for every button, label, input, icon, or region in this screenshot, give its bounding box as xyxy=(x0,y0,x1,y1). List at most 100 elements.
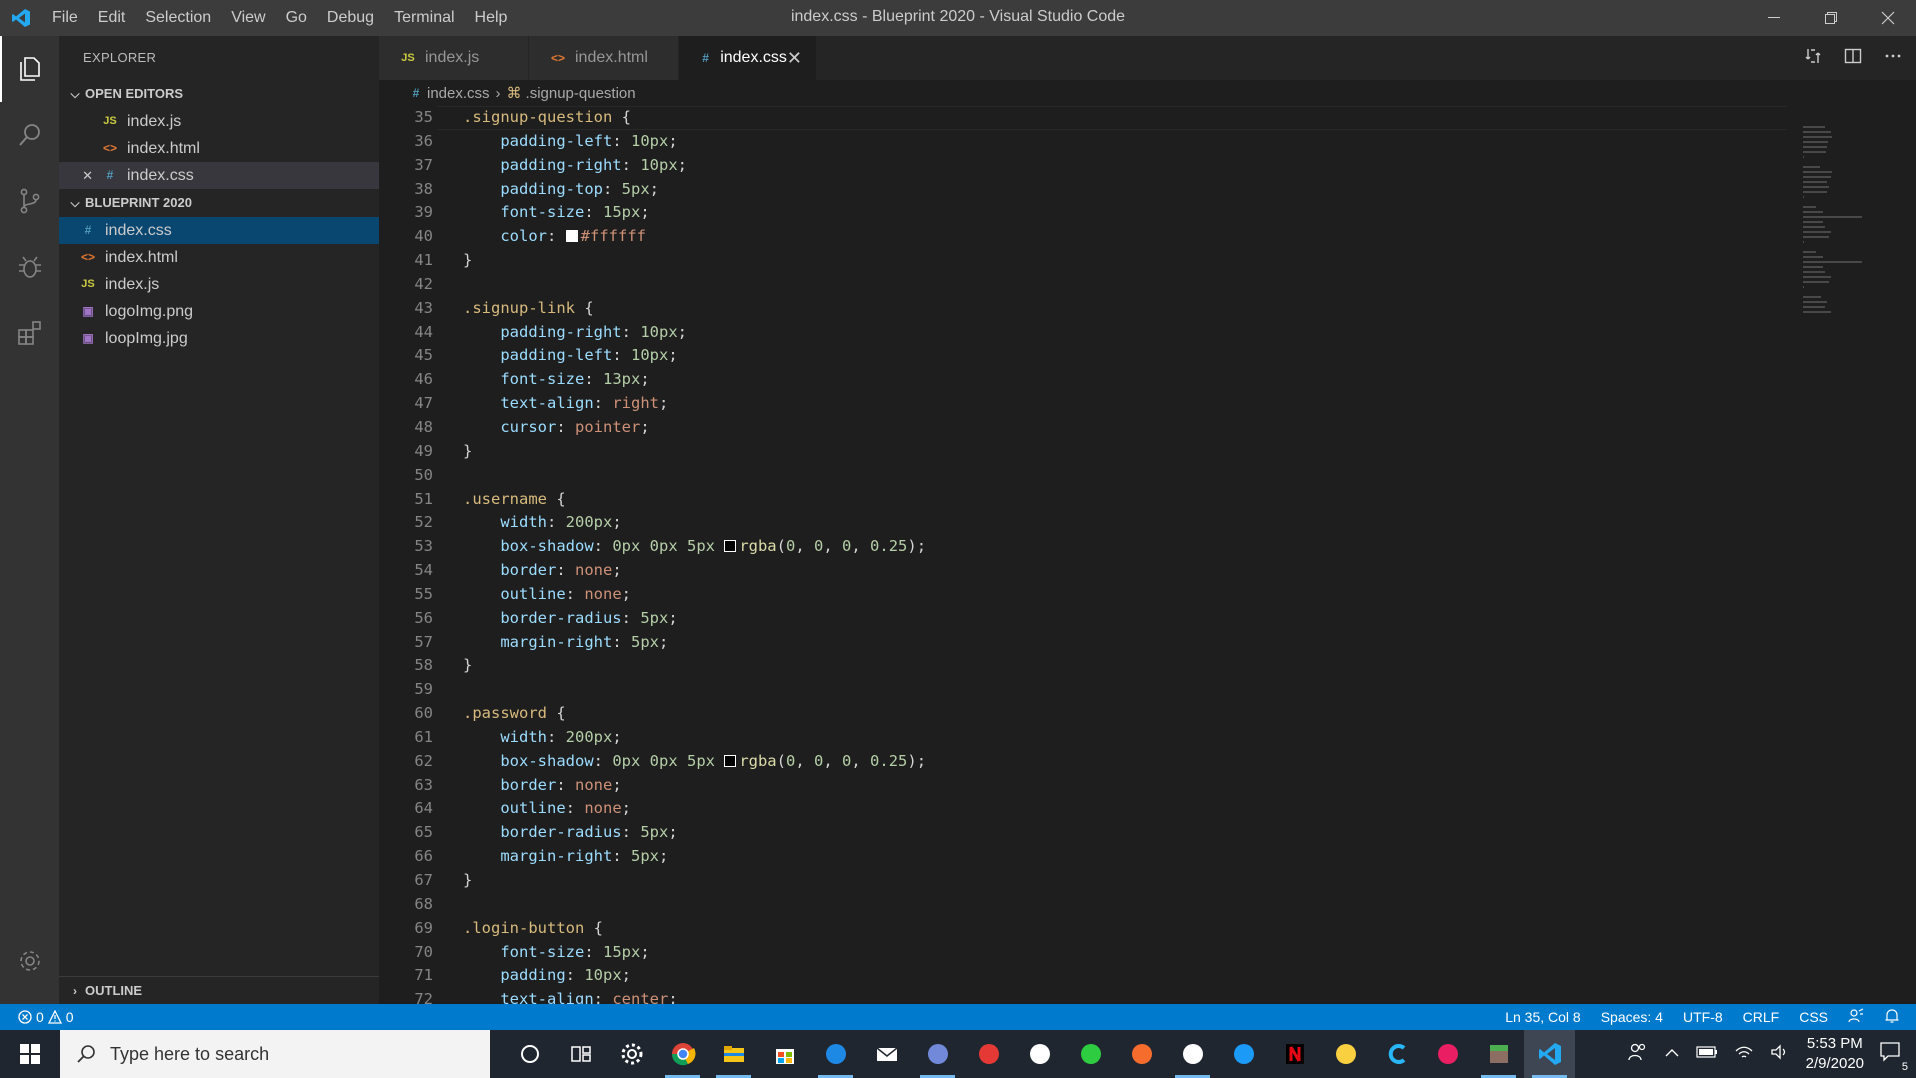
chevron-right-icon: › xyxy=(495,84,501,102)
clock-date: 2/9/2020 xyxy=(1805,1055,1864,1072)
tab-index-css[interactable]: # index.css ✕ xyxy=(679,36,817,80)
outline-header[interactable]: › OUTLINE xyxy=(59,976,379,1004)
code-token: , xyxy=(851,537,871,556)
project-header[interactable]: ⌵ BLUEPRINT 2020 xyxy=(59,189,379,217)
color-swatch[interactable] xyxy=(724,754,737,767)
tab-index-html[interactable]: <> index.html xyxy=(529,36,679,80)
breadcrumb-file[interactable]: index.css xyxy=(427,85,490,102)
line-content: border-radius: 5px; xyxy=(433,821,677,845)
discord-icon[interactable] xyxy=(912,1030,963,1078)
chrome-canary-icon[interactable] xyxy=(963,1030,1014,1078)
language-mode[interactable]: CSS xyxy=(1799,1009,1828,1025)
mail-icon[interactable] xyxy=(861,1030,912,1078)
code-token: cursor xyxy=(500,417,557,436)
battery-icon[interactable] xyxy=(1696,1045,1718,1063)
search-icon[interactable] xyxy=(0,102,59,168)
file-tree-item[interactable]: # index.css xyxy=(59,217,379,244)
code-token: : xyxy=(602,179,622,198)
code-token: ; xyxy=(668,990,678,1004)
menu-debug[interactable]: Debug xyxy=(317,0,384,36)
vscode-icon[interactable] xyxy=(1524,1030,1575,1078)
store-icon[interactable] xyxy=(759,1030,810,1078)
notifications-icon[interactable]: 5 xyxy=(1880,1041,1908,1073)
minecraft-icon[interactable] xyxy=(1473,1030,1524,1078)
clock[interactable]: 5:53 PM 2/9/2020 xyxy=(1806,1034,1864,1074)
color-swatch[interactable] xyxy=(565,230,578,243)
tab-index-js[interactable]: JS index.js xyxy=(379,36,529,80)
code-token: : xyxy=(621,608,641,627)
line-number: 40 xyxy=(414,227,433,246)
menu-selection[interactable]: Selection xyxy=(135,0,221,36)
minimap[interactable] xyxy=(1789,106,1916,1004)
open-editor-item[interactable]: <> index.html xyxy=(59,135,379,162)
indentation[interactable]: Spaces: 4 xyxy=(1601,1009,1663,1025)
restore-button[interactable] xyxy=(1802,0,1859,36)
code-editor[interactable]: 35 .signup-question {36 padding-left: 10p… xyxy=(379,106,1789,1004)
menu-edit[interactable]: Edit xyxy=(88,0,136,36)
explorer-icon[interactable] xyxy=(0,36,59,102)
people-icon[interactable] xyxy=(1627,1042,1648,1067)
vertical-scrollbar[interactable] xyxy=(1902,106,1916,336)
file-tree-item[interactable]: ▣ loopImg.jpg xyxy=(59,325,379,352)
split-editor-icon[interactable] xyxy=(1844,47,1862,70)
wifi-icon[interactable] xyxy=(1734,1044,1754,1065)
extensions-icon[interactable] xyxy=(0,300,59,366)
file-tree-item[interactable]: ▣ logoImg.png xyxy=(59,298,379,325)
close-icon[interactable]: ✕ xyxy=(73,162,99,189)
line-content: box-shadow: 0px 0px 5px rgba(0, 0, 0, 0.… xyxy=(433,750,926,774)
code-line: 60 .password { xyxy=(379,702,1789,726)
cursor-position[interactable]: Ln 35, Col 8 xyxy=(1505,1009,1581,1025)
osu-icon[interactable] xyxy=(1320,1030,1371,1078)
netflix-icon[interactable] xyxy=(1269,1030,1320,1078)
cortana-c-icon[interactable] xyxy=(1371,1030,1422,1078)
more-actions-icon[interactable] xyxy=(1884,47,1902,70)
color-swatch[interactable] xyxy=(724,540,737,553)
menu-help[interactable]: Help xyxy=(465,0,518,36)
steam-icon[interactable] xyxy=(1167,1030,1218,1078)
volume-icon[interactable] xyxy=(1770,1043,1790,1065)
menu-file[interactable]: File xyxy=(42,0,88,36)
file-name: index.html xyxy=(127,140,200,157)
chevron-right-icon: › xyxy=(73,983,77,998)
windows-start-icon[interactable] xyxy=(0,1030,60,1078)
bell-icon[interactable] xyxy=(1884,1008,1900,1027)
taskbar-search[interactable]: Type here to search xyxy=(60,1030,490,1078)
encoding[interactable]: UTF-8 xyxy=(1683,1009,1723,1025)
open-editors-header[interactable]: ⌵ OPEN EDITORS xyxy=(59,80,379,108)
remote-desktop-icon[interactable] xyxy=(810,1030,861,1078)
gear-icon[interactable] xyxy=(0,928,59,994)
minimize-button[interactable] xyxy=(1745,0,1802,36)
menu-view[interactable]: View xyxy=(221,0,275,36)
chrome-icon[interactable] xyxy=(657,1030,708,1078)
minimap-line xyxy=(1803,261,1862,263)
cloud-app-icon[interactable] xyxy=(1065,1030,1116,1078)
open-editor-item[interactable]: JS index.js xyxy=(59,108,379,135)
microphone-icon[interactable] xyxy=(1014,1030,1065,1078)
open-editor-item[interactable]: ✕ # index.css xyxy=(59,162,379,189)
breadcrumb-symbol[interactable]: .signup-question xyxy=(526,85,636,102)
menu-terminal[interactable]: Terminal xyxy=(384,0,464,36)
settings-icon[interactable] xyxy=(606,1030,657,1078)
file-explorer-icon[interactable] xyxy=(708,1030,759,1078)
menu-go[interactable]: Go xyxy=(276,0,317,36)
file-tree-item[interactable]: JS index.js xyxy=(59,271,379,298)
debug-icon[interactable] xyxy=(0,234,59,300)
flux-icon[interactable] xyxy=(1422,1030,1473,1078)
compare-changes-icon[interactable] xyxy=(1804,47,1822,70)
line-endings[interactable]: CRLF xyxy=(1743,1009,1780,1025)
feedback-icon[interactable] xyxy=(1848,1007,1864,1027)
vscode-logo-icon[interactable] xyxy=(0,0,42,36)
source-control-icon[interactable] xyxy=(0,168,59,234)
battlenet-icon[interactable] xyxy=(1218,1030,1269,1078)
close-window-button[interactable] xyxy=(1859,0,1916,36)
task-view-icon[interactable] xyxy=(555,1030,606,1078)
origin-icon[interactable] xyxy=(1116,1030,1167,1078)
close-icon[interactable]: ✕ xyxy=(787,48,802,69)
chevron-up-icon[interactable] xyxy=(1664,1045,1680,1063)
code-token: border xyxy=(500,775,557,794)
line-content: font-size: 15px; xyxy=(433,201,649,225)
code-token: ; xyxy=(668,608,678,627)
cortana-circle-icon[interactable] xyxy=(504,1030,555,1078)
file-tree-item[interactable]: <> index.html xyxy=(59,244,379,271)
problems-indicator[interactable]: 0 0 xyxy=(0,1009,74,1025)
